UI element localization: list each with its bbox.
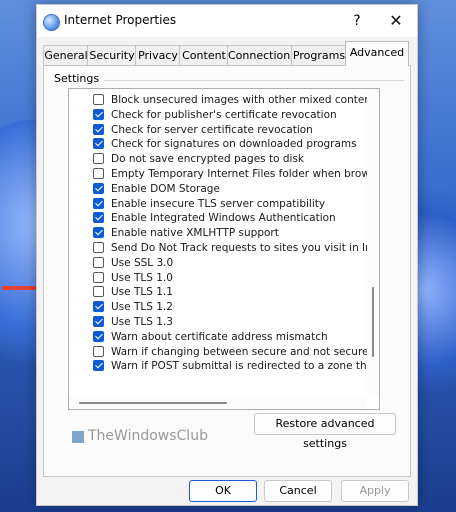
checkbox-checked[interactable] [93, 360, 104, 372]
settings-item-label: Use TLS 1.2 [111, 301, 173, 314]
settings-item-label: Use SSL 3.0 [111, 256, 174, 269]
settings-item-label: Warn about certificate address mismatch [111, 330, 328, 343]
tab-security[interactable]: Security [87, 45, 137, 65]
horizontal-scrollbar[interactable] [69, 395, 367, 409]
watermark-logo-icon [72, 431, 84, 443]
tab-programs[interactable]: Programs [291, 45, 347, 65]
advanced-tab-panel: Settings Block unsecured images with oth… [43, 65, 411, 477]
checkbox-unchecked[interactable] [93, 345, 104, 357]
settings-item-label: Enable Integrated Windows Authentication [111, 212, 336, 225]
checkbox-checked[interactable] [93, 330, 104, 342]
checkbox-checked[interactable] [93, 108, 104, 120]
settings-item-label: Use TLS 1.3 [111, 316, 173, 328]
restore-advanced-settings-button[interactable]: Restore advanced settings [254, 413, 396, 450]
checkbox-unchecked[interactable] [93, 286, 104, 298]
watermark-text: TheWindowsClub [88, 428, 208, 444]
checkbox-checked[interactable] [93, 182, 104, 194]
checkbox-unchecked[interactable] [93, 256, 104, 268]
tab-connections[interactable]: Connections [227, 45, 296, 65]
checkbox-unchecked[interactable] [93, 94, 104, 105]
title-bar[interactable]: Internet Properties ? ✕ [37, 5, 417, 37]
settings-item-label: Use TLS 1.0 [111, 271, 173, 284]
group-divider [104, 80, 404, 81]
checkbox-unchecked[interactable] [93, 242, 104, 253]
dialog-button-bar: OK Cancel Apply [37, 475, 417, 505]
horizontal-scroll-thumb[interactable] [79, 402, 227, 404]
apply-button[interactable]: Apply [341, 480, 409, 502]
tab-content[interactable]: Content [179, 45, 229, 65]
settings-item-label: Enable native XMLHTTP support [111, 227, 279, 240]
settings-item-label: Send Do Not Track requests to sites you … [111, 242, 367, 254]
help-button[interactable]: ? [343, 8, 371, 34]
checkbox-unchecked[interactable] [93, 271, 104, 283]
vertical-scroll-thumb[interactable] [372, 287, 374, 357]
checkbox-checked[interactable] [93, 316, 104, 327]
settings-item-label: Check for signatures on downloaded progr… [111, 138, 357, 151]
checkbox-checked[interactable] [93, 123, 104, 135]
settings-item-label: Warn if changing between secure and not … [111, 345, 367, 358]
close-button[interactable]: ✕ [381, 8, 411, 34]
settings-item-label: Enable DOM Storage [111, 182, 220, 195]
settings-item-label: Use TLS 1.1 [111, 286, 173, 299]
internet-properties-dialog: Internet Properties ? ✕ General Security… [36, 4, 418, 506]
checkbox-checked[interactable] [93, 301, 104, 313]
settings-item-label: Check for publisher's certificate revoca… [111, 108, 337, 121]
checkbox-checked[interactable] [93, 212, 104, 224]
settings-group-label: Settings [54, 72, 104, 85]
checkbox-unchecked[interactable] [93, 168, 104, 179]
settings-item-label: Empty Temporary Internet Files folder wh… [111, 168, 367, 180]
tab-general[interactable]: General [43, 45, 89, 65]
checkbox-unchecked[interactable] [93, 153, 104, 165]
settings-list-viewport: Block unsecured images with other mixed … [69, 89, 367, 395]
tab-strip: General Security Privacy Content Connect… [43, 41, 411, 66]
window-title: Internet Properties [64, 13, 177, 27]
vertical-scrollbar[interactable] [367, 89, 379, 395]
settings-item-label: Do not save encrypted pages to disk [111, 153, 305, 166]
cancel-button[interactable]: Cancel [264, 480, 332, 502]
settings-item-label: Block unsecured images with other mixed … [111, 94, 367, 106]
tab-advanced[interactable]: Advanced [345, 41, 409, 66]
checkbox-checked[interactable] [93, 227, 104, 239]
settings-item-label: Warn if POST submittal is redirected to … [111, 360, 367, 373]
settings-item-label: Check for server certificate revocation [111, 123, 313, 136]
globe-icon [43, 14, 60, 31]
tab-privacy[interactable]: Privacy [135, 45, 181, 65]
ok-button[interactable]: OK [189, 480, 257, 502]
checkbox-checked[interactable] [93, 138, 104, 150]
settings-item-label: Enable insecure TLS server compatibility [111, 197, 326, 210]
checkbox-checked[interactable] [93, 197, 104, 209]
settings-list[interactable]: Block unsecured images with other mixed … [68, 88, 380, 410]
